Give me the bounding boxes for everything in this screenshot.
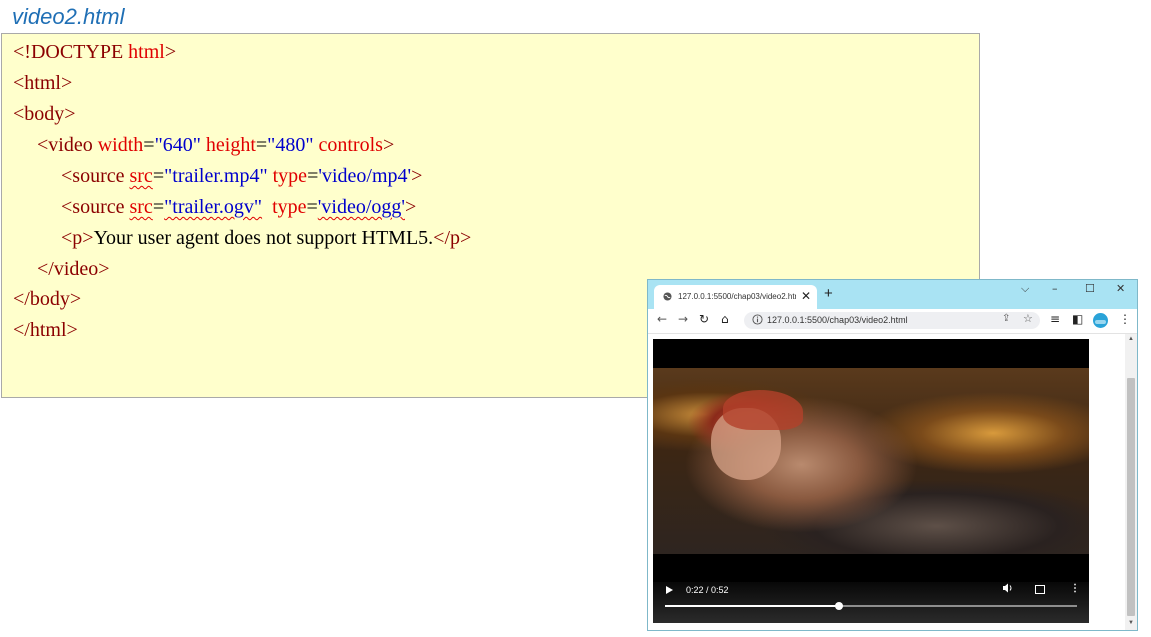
code-token: controls bbox=[318, 134, 383, 156]
code-token: </body> bbox=[13, 288, 82, 310]
code-token: 'video/ogg' bbox=[317, 196, 405, 218]
home-button[interactable]: ⌂ bbox=[721, 312, 729, 326]
code-token: = bbox=[152, 196, 165, 218]
code-token: </video> bbox=[37, 258, 110, 280]
code-line-6: <source src="trailer.ogv" type='video/og… bbox=[61, 195, 416, 219]
code-token: type bbox=[272, 196, 307, 218]
maximize-button[interactable]: ☐ bbox=[1085, 282, 1095, 295]
code-line-2: <html> bbox=[13, 71, 72, 95]
code-token: <video bbox=[37, 134, 98, 156]
code-token: src bbox=[129, 165, 153, 187]
browser-window: 127.0.0.1:5500/chap03/video2.html ✕ + ⌵ … bbox=[647, 279, 1138, 631]
code-token: <html> bbox=[13, 72, 73, 94]
seek-handle[interactable] bbox=[835, 602, 844, 610]
browser-menu-icon[interactable]: ⋮ bbox=[1119, 312, 1131, 326]
browser-toolbar: ← → ↻ ⌂ 127.0.0.1:5500/chap03/video2.htm… bbox=[648, 309, 1137, 334]
code-token: <!DOCTYPE bbox=[13, 41, 129, 63]
video-seek-bar[interactable] bbox=[665, 602, 1077, 610]
site-info-icon[interactable] bbox=[752, 314, 763, 325]
code-token: > bbox=[404, 196, 417, 218]
code-token: Your user agent does not support HTML5. bbox=[93, 227, 434, 249]
globe-icon bbox=[663, 292, 672, 301]
video-time: 0:22 / 0:52 bbox=[686, 585, 729, 595]
fullscreen-icon[interactable] bbox=[1035, 585, 1045, 594]
video-frame bbox=[653, 368, 1089, 554]
scroll-up-icon[interactable]: ▲ bbox=[1128, 336, 1134, 342]
tab-close-icon[interactable]: ✕ bbox=[801, 289, 811, 303]
code-token: <source bbox=[61, 165, 130, 187]
code-token: = bbox=[152, 165, 165, 187]
video-player[interactable]: 0:22 / 0:52 ⋮ bbox=[653, 339, 1089, 623]
code-line-5: <source src="trailer.mp4" type='video/mp… bbox=[61, 164, 422, 188]
tab-search-icon[interactable]: ⌵ bbox=[1021, 282, 1029, 296]
code-token: <body> bbox=[13, 103, 76, 125]
code-token: > bbox=[411, 165, 423, 187]
file-title: video2.html bbox=[12, 4, 125, 29]
code-token: src bbox=[129, 196, 153, 218]
code-token: height bbox=[205, 134, 256, 156]
new-tab-button[interactable]: + bbox=[824, 285, 833, 302]
code-token: type bbox=[272, 165, 308, 187]
code-line-8: </video> bbox=[37, 257, 110, 281]
code-token: </html> bbox=[13, 319, 78, 341]
code-token: </p> bbox=[433, 227, 472, 249]
browser-tab[interactable]: 127.0.0.1:5500/chap03/video2.html ✕ bbox=[654, 285, 817, 309]
seek-played bbox=[665, 605, 840, 607]
tab-title: 127.0.0.1:5500/chap03/video2.html bbox=[678, 292, 796, 301]
code-token: = bbox=[307, 165, 319, 187]
tab-bar: 127.0.0.1:5500/chap03/video2.html ✕ + ⌵ … bbox=[648, 280, 1137, 309]
code-token: "640" bbox=[154, 134, 201, 156]
code-line-1: <!DOCTYPE html> bbox=[13, 40, 176, 64]
code-token: > bbox=[382, 134, 395, 156]
page-content: 0:22 / 0:52 ⋮ ▲ ▼ bbox=[648, 334, 1137, 630]
code-token: "trailer.mp4" bbox=[164, 165, 268, 187]
scroll-thumb[interactable] bbox=[1127, 378, 1135, 616]
address-url: 127.0.0.1:5500/chap03/video2.html bbox=[767, 315, 908, 325]
code-token: 'video/mp4' bbox=[318, 165, 412, 187]
address-bar[interactable]: 127.0.0.1:5500/chap03/video2.html ⇪ ☆ bbox=[744, 312, 1040, 329]
code-token: = bbox=[143, 134, 155, 156]
volume-icon[interactable] bbox=[1002, 583, 1014, 593]
code-token: <p> bbox=[61, 227, 94, 249]
side-panel-icon[interactable]: ◧ bbox=[1072, 312, 1083, 326]
code-token: = bbox=[255, 134, 268, 156]
back-button[interactable]: ← bbox=[657, 312, 667, 326]
vertical-scrollbar[interactable]: ▲ ▼ bbox=[1125, 334, 1137, 630]
code-token: = bbox=[306, 196, 318, 218]
media-control-icon[interactable]: ≡ bbox=[1050, 312, 1060, 326]
code-token: width bbox=[97, 134, 144, 156]
reload-button[interactable]: ↻ bbox=[699, 312, 709, 326]
code-token: "trailer.ogv" bbox=[164, 196, 263, 218]
code-line-10: </html> bbox=[13, 318, 78, 342]
code-line-7: <p>Your user agent does not support HTML… bbox=[61, 226, 471, 250]
code-token: <source bbox=[61, 196, 130, 218]
share-icon[interactable]: ⇪ bbox=[1002, 313, 1010, 324]
bookmark-star-icon[interactable]: ☆ bbox=[1023, 312, 1033, 325]
code-line-9: </body> bbox=[13, 287, 81, 311]
play-icon[interactable] bbox=[666, 586, 673, 594]
video-controls: 0:22 / 0:52 ⋮ bbox=[653, 582, 1089, 623]
code-token: html bbox=[128, 41, 165, 63]
profile-avatar[interactable] bbox=[1093, 313, 1108, 328]
code-token: "480" bbox=[267, 134, 314, 156]
code-line-4: <video width="640" height="480" controls… bbox=[37, 133, 394, 157]
more-options-icon[interactable]: ⋮ bbox=[1070, 583, 1080, 594]
code-line-3: <body> bbox=[13, 102, 76, 126]
close-window-button[interactable]: ✕ bbox=[1116, 282, 1125, 295]
code-token: > bbox=[164, 41, 177, 63]
scroll-down-icon[interactable]: ▼ bbox=[1128, 620, 1134, 626]
forward-button[interactable]: → bbox=[678, 312, 688, 326]
minimize-button[interactable]: – bbox=[1052, 282, 1058, 295]
